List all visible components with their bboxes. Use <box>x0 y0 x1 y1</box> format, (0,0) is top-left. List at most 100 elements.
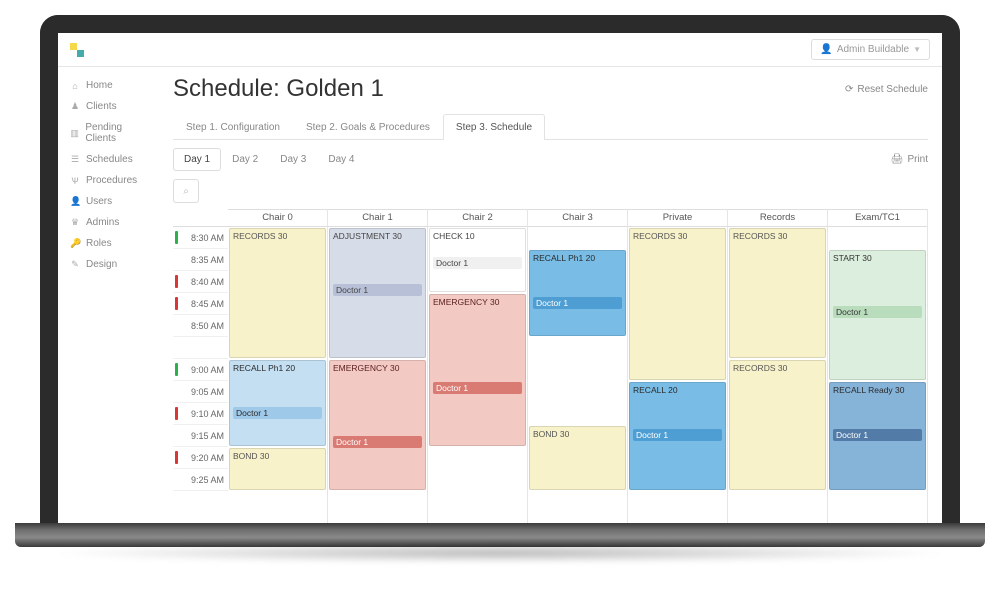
time-label: 8:45 AM <box>191 299 224 309</box>
schedule-column: Chair 0 RECORDS 30 RECALL Ph1 20Doctor 1BO… <box>228 209 328 523</box>
time-label: 8:40 AM <box>191 277 224 287</box>
appointment[interactable]: EMERGENCY 30 Doctor 1 <box>429 294 526 446</box>
step-tabs: Step 1. ConfigurationStep 2. Goals & Pro… <box>173 113 928 140</box>
appointment[interactable]: RECALL 20 Doctor 1 <box>629 382 726 490</box>
schedule-column: Chair 3RECALL Ph1 20Doctor 1BOND 30 <box>528 209 628 523</box>
time-label: 9:05 AM <box>191 387 224 397</box>
time-slot: 8:50 AM <box>173 315 228 337</box>
appointment-title: RECALL Ready 30 <box>833 385 922 395</box>
appointment[interactable]: RECORDS 30 <box>729 360 826 490</box>
column-header: Exam/TC1 <box>828 209 927 227</box>
time-marker <box>175 385 178 398</box>
time-marker <box>175 451 178 464</box>
appointment-title: RECORDS 30 <box>233 231 322 241</box>
day-tab-1[interactable]: Day 2 <box>221 148 269 171</box>
schedule-column: Exam/TC1 START 30Doctor 1RECALL Ready 30D… <box>828 209 928 523</box>
user-icon: 👤 <box>820 44 832 55</box>
nav-label: Clients <box>86 101 117 112</box>
appointment-sub: Doctor 1 <box>533 297 622 309</box>
appointment-sub: Doctor 1 <box>433 257 522 269</box>
appointment[interactable]: EMERGENCY 30Doctor 1 <box>329 360 426 490</box>
appointment[interactable]: BOND 30 <box>529 426 626 490</box>
appointment-sub: Doctor 1 <box>233 407 322 419</box>
appointment[interactable]: RECORDS 30 <box>629 228 726 380</box>
time-marker <box>175 473 178 486</box>
user-menu-button[interactable]: 👤 Admin Buildable ▼ <box>811 39 930 60</box>
nav-label: Home <box>86 80 113 91</box>
refresh-icon: ⟳ <box>845 84 853 95</box>
time-marker <box>175 363 178 376</box>
nav-label: Procedures <box>86 175 137 186</box>
time-marker <box>175 319 178 332</box>
schedule-column: RecordsRECORDS 30RECORDS 30 <box>728 209 828 523</box>
time-label: 8:35 AM <box>191 255 224 265</box>
appointment[interactable]: BOND 30 <box>229 448 326 490</box>
time-slot: 8:35 AM <box>173 249 228 271</box>
nav-label: Users <box>86 196 112 207</box>
sidebar-item-clients[interactable]: ♟ Clients <box>58 96 163 117</box>
sidebar-item-roles[interactable]: 🔑 Roles <box>58 233 163 254</box>
appointment[interactable]: RECORDS 30 <box>229 228 326 358</box>
search-button[interactable]: ⌕ <box>173 179 199 203</box>
appointment[interactable]: ADJUSTMENT 30Doctor 1 <box>329 228 426 358</box>
appointment[interactable]: RECORDS 30 <box>729 228 826 358</box>
schedule-column: PrivateRECORDS 30RECALL 20Doctor 1 <box>628 209 728 523</box>
print-label: Print <box>907 154 928 165</box>
appointment-sub: Doctor 1 <box>433 382 522 394</box>
appointment[interactable]: RECALL Ph1 20Doctor 1 <box>529 250 626 336</box>
appointment-sub: Doctor 1 <box>633 429 722 441</box>
appointment[interactable]: START 30Doctor 1 <box>829 250 926 380</box>
day-tab-0[interactable]: Day 1 <box>173 148 221 171</box>
column-header: Chair 0 <box>228 209 327 227</box>
time-slot: 9:00 AM <box>173 359 228 381</box>
sidebar-item-admins[interactable]: ♛Admins <box>58 212 163 233</box>
print-button[interactable]: 🖨 Print <box>891 154 928 165</box>
time-marker <box>175 429 178 442</box>
sidebar-item-users[interactable]: 👤Users <box>58 191 163 212</box>
sidebar-item-design[interactable]: ✎Design <box>58 254 163 275</box>
time-slot: 9:05 AM <box>173 381 228 403</box>
nav-label: Pending Clients <box>85 122 151 144</box>
nav-icon: ♟ <box>70 101 80 112</box>
appointment-title: EMERGENCY 30 <box>433 297 522 307</box>
sidebar-item-home[interactable]: ⌂Home <box>58 75 163 96</box>
appointment-title: EMERGENCY 30 <box>333 363 422 373</box>
appointment-sub: Doctor 1 <box>333 284 422 296</box>
nav-icon: 🔑 <box>70 238 80 249</box>
appointment[interactable]: RECALL Ready 30Doctor 1 <box>829 382 926 490</box>
print-icon: 🖨 <box>891 154 904 165</box>
appointment-title: RECORDS 30 <box>633 231 722 241</box>
appointment-title: CHECK 10 <box>433 231 522 241</box>
step-tab-0[interactable]: Step 1. Configuration <box>173 114 293 140</box>
nav-icon: ▥ <box>70 128 79 139</box>
schedule-column: Chair 2CHECK 10Doctor 1EMERGENCY 30Docto… <box>428 209 528 523</box>
reset-schedule-button[interactable]: ⟳ Reset Schedule <box>845 84 928 95</box>
time-slot: 9:20 AM <box>173 447 228 469</box>
schedule-grid: 8:30 AM 8:35 AM 8:40 AM 8:45 AM 8:50 AM 9:00 … <box>173 209 928 523</box>
nav-label: Roles <box>86 238 112 249</box>
sidebar-item-schedules[interactable]: ☰Schedules <box>58 149 163 170</box>
time-slot: 8:40 AM <box>173 271 228 293</box>
appointment-title: RECORDS 30 <box>733 363 822 373</box>
nav-label: Schedules <box>86 154 133 165</box>
appointment[interactable]: RECALL Ph1 20Doctor 1 <box>229 360 326 446</box>
time-marker <box>175 407 178 420</box>
sidebar-item-pending-clients[interactable]: ▥ Pending Clients <box>58 117 163 149</box>
sidebar: ⌂Home ♟ Clients ▥ Pending Clients ☰SchedulesѰ… <box>58 67 163 523</box>
time-marker <box>175 341 178 354</box>
time-label: 8:30 AM <box>191 233 224 243</box>
step-tab-2[interactable]: Step 3. Schedule <box>443 114 545 140</box>
appointment-title: RECALL 20 <box>633 385 722 395</box>
sidebar-item-procedures[interactable]: ѰProcedures <box>58 170 163 191</box>
appointment[interactable]: CHECK 10 Doctor 1 <box>429 228 526 292</box>
appointment-title: START 30 <box>833 253 922 263</box>
nav-icon: ♛ <box>70 217 80 228</box>
step-tab-1[interactable]: Step 2. Goals & Procedures <box>293 114 443 140</box>
nav-icon: ✎ <box>70 259 80 270</box>
day-tab-2[interactable]: Day 3 <box>269 148 317 171</box>
time-slot: 9:15 AM <box>173 425 228 447</box>
day-tab-3[interactable]: Day 4 <box>317 148 365 171</box>
appointment-title: RECORDS 30 <box>733 231 822 241</box>
column-header: Chair 1 <box>328 209 427 227</box>
time-slot <box>173 337 228 359</box>
